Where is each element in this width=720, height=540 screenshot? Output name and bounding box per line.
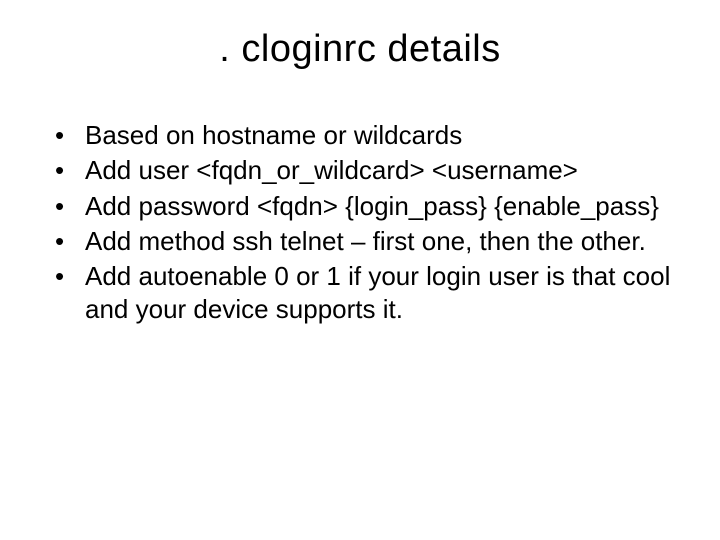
list-item: • Add user <fqdn_or_wildcard> <username>	[45, 154, 675, 187]
bullet-icon: •	[55, 190, 64, 223]
bullet-text: Based on hostname or wildcards	[85, 120, 462, 150]
bullet-icon: •	[55, 225, 64, 258]
bullet-icon: •	[55, 260, 64, 293]
list-item: • Based on hostname or wildcards	[45, 119, 675, 152]
bullet-text: Add password <fqdn> {login_pass} {enable…	[85, 191, 659, 221]
list-item: • Add autoenable 0 or 1 if your login us…	[45, 260, 675, 327]
bullet-icon: •	[55, 119, 64, 152]
bullet-icon: •	[55, 154, 64, 187]
bullet-list: • Based on hostname or wildcards • Add u…	[45, 119, 675, 327]
list-item: • Add method ssh telnet – first one, the…	[45, 225, 675, 258]
list-item: • Add password <fqdn> {login_pass} {enab…	[45, 190, 675, 223]
slide-title: . cloginrc details	[45, 28, 675, 71]
bullet-text: Add method ssh telnet – first one, then …	[85, 226, 646, 256]
bullet-text: Add user <fqdn_or_wildcard> <username>	[85, 155, 578, 185]
bullet-text: Add autoenable 0 or 1 if your login user…	[85, 261, 670, 324]
